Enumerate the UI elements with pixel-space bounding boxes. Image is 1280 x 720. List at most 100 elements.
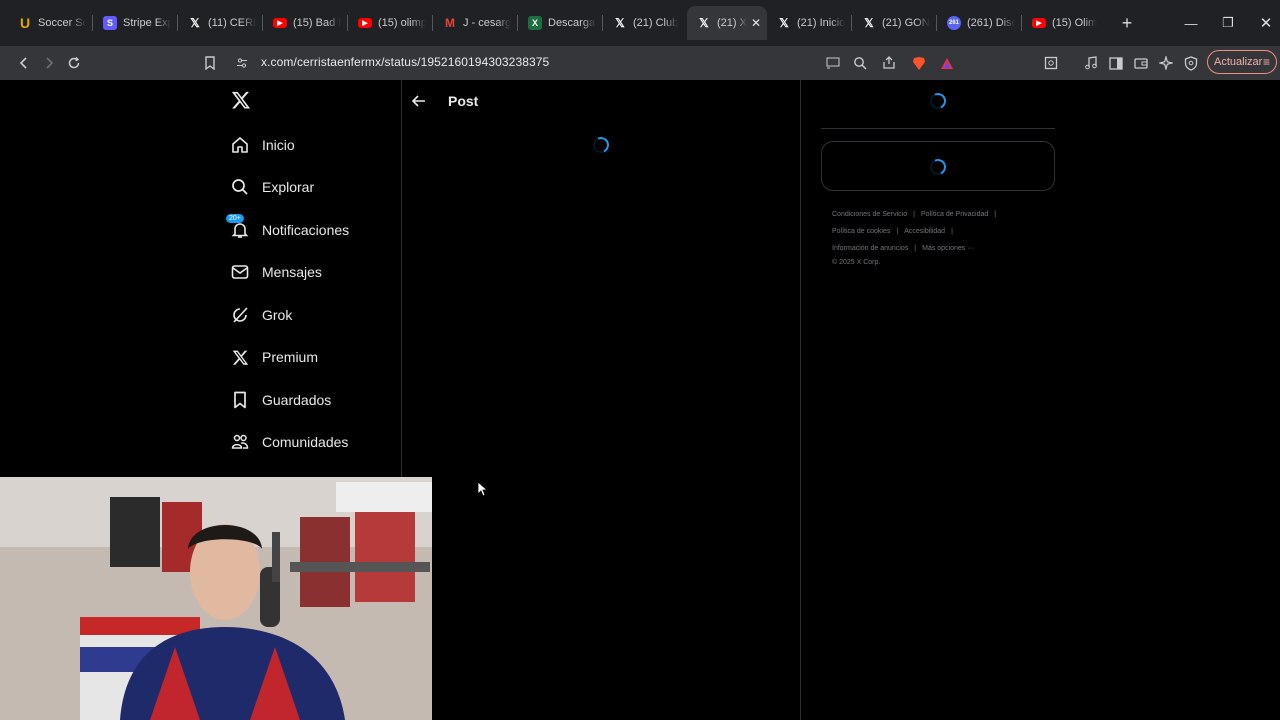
x-icon: 𝕏	[615, 16, 625, 30]
nav-item-mensajes[interactable]: Mensajes	[230, 258, 322, 286]
new-tab-button[interactable]: +	[1112, 8, 1142, 38]
menu-icon: ≡	[1262, 55, 1270, 69]
footer-link[interactable]: Más opciones ···	[922, 245, 974, 252]
bell-icon: 20+	[226, 214, 250, 240]
bookmark-page-icon[interactable]	[197, 50, 223, 76]
tab-title: (15) Olim	[1052, 17, 1098, 29]
tab-title: (21) X	[717, 17, 747, 29]
vpn-icon[interactable]	[1178, 50, 1204, 76]
notification-badge: 20+	[226, 214, 244, 223]
wallet-icon[interactable]	[1128, 50, 1154, 76]
minimize-icon[interactable]: —	[1172, 0, 1210, 46]
site-settings-icon[interactable]	[229, 50, 255, 76]
browser-tab[interactable]: M J - cesarg	[433, 6, 517, 40]
mail-icon	[230, 262, 250, 282]
cast-icon[interactable]	[820, 50, 846, 76]
address-bar[interactable]: x.com/cerristaenfermx/status/19521601943…	[261, 55, 549, 69]
copyright: © 2025 X Corp.	[832, 259, 881, 266]
share-icon[interactable]	[876, 50, 902, 76]
browser-toolbar: x.com/cerristaenfermx/status/19521601943…	[0, 46, 1280, 80]
browser-tab[interactable]: 𝕏 (11) CERR	[178, 6, 262, 40]
loading-spinner	[927, 156, 949, 178]
x-logo-icon[interactable]	[231, 90, 253, 112]
nav-item-premium[interactable]: Premium	[230, 343, 318, 371]
browser-tab[interactable]: X Descargar	[518, 6, 602, 40]
x-icon: 𝕏	[699, 16, 709, 30]
tab-title: Descargar	[548, 17, 596, 29]
nav-label: Grok	[262, 307, 293, 323]
close-tab-icon[interactable]: ✕	[751, 16, 761, 30]
browser-tab[interactable]: ▶ (15) Bad B	[263, 6, 347, 40]
screenshot-icon[interactable]	[1038, 50, 1064, 76]
x-icon: 𝕏	[779, 16, 789, 30]
nav-item-explorar[interactable]: Explorar	[230, 173, 314, 201]
zoom-icon[interactable]	[847, 50, 873, 76]
x-icon	[230, 347, 250, 367]
tab-title: (21) Club	[633, 17, 679, 29]
grok-icon	[230, 305, 250, 325]
nav-label: Mensajes	[262, 264, 322, 280]
back-icon[interactable]	[11, 50, 37, 76]
restore-icon[interactable]: ❐	[1209, 0, 1247, 46]
nav-label: Comunidades	[262, 434, 349, 450]
browser-tab[interactable]: 261 (261) Disc	[937, 6, 1021, 40]
footer-link[interactable]: Política de cookies	[832, 228, 890, 235]
youtube-icon: ▶	[273, 18, 287, 28]
tab-title: (11) CERR	[208, 17, 256, 29]
back-arrow-icon[interactable]	[410, 92, 428, 110]
nav-item-notificaciones[interactable]: 20+ Notificaciones	[226, 214, 350, 244]
browser-tab-active[interactable]: 𝕏 (21) X ✕	[687, 6, 767, 40]
browser-tab[interactable]: 𝕏 (21) GON	[852, 6, 936, 40]
footer-link[interactable]: Accesibilidad	[904, 228, 945, 235]
excel-icon: X	[528, 16, 542, 30]
tab-strip: U Soccer Sc S Stripe Exp 𝕏 (11) CERR ▶ (…	[0, 0, 1280, 46]
update-button[interactable]: Actualizar ≡	[1207, 50, 1277, 74]
youtube-icon: ▶	[358, 18, 372, 28]
nav-item-comunidades[interactable]: Comunidades	[230, 428, 348, 456]
home-icon	[230, 135, 250, 155]
footer-link[interactable]: Condiciones de Servicio	[832, 211, 907, 218]
footer-links: Condiciones de Servicio | Política de Priv…	[832, 211, 997, 266]
tab-title: (261) Disc	[967, 17, 1015, 29]
footer-link[interactable]: Política de Privacidad	[921, 211, 988, 218]
leo-ai-icon[interactable]	[1153, 50, 1179, 76]
s-icon: S	[103, 16, 117, 30]
browser-tab[interactable]: U Soccer Sc	[8, 6, 92, 40]
bookmark-icon	[230, 390, 250, 410]
loading-spinner	[590, 134, 612, 156]
loading-spinner	[927, 90, 949, 112]
nav-item-guardados[interactable]: Guardados	[230, 386, 331, 414]
update-label: Actualizar	[1214, 56, 1263, 68]
webcam-image	[0, 477, 432, 720]
tab-title: Stripe Exp	[123, 17, 171, 29]
close-window-icon[interactable]: ✕	[1247, 0, 1280, 46]
browser-tab[interactable]: 𝕏 (21) Inicio	[767, 6, 851, 40]
browser-tab[interactable]: ▶ (15) Olim	[1022, 6, 1106, 40]
nav-label: Inicio	[262, 137, 295, 153]
nav-label: Notificaciones	[262, 222, 350, 238]
browser-tab[interactable]: 𝕏 (21) Club	[603, 6, 687, 40]
browser-tab[interactable]: ▶ (15) olimp	[348, 6, 432, 40]
sidebar-icon[interactable]	[1103, 50, 1129, 76]
mouse-cursor-icon	[477, 481, 487, 497]
post-header: Post	[410, 88, 478, 114]
browser-tab[interactable]: S Stripe Exp	[93, 6, 177, 40]
youtube-icon: ▶	[1032, 18, 1046, 28]
tab-title: (21) Inicio	[797, 17, 845, 29]
column-divider	[800, 80, 801, 720]
forward-icon[interactable]	[36, 50, 62, 76]
footer-link[interactable]: Información de anuncios	[832, 245, 908, 252]
gmail-icon: M	[445, 16, 455, 30]
nav-item-grok[interactable]: Grok	[230, 301, 292, 329]
tab-title: (15) olimp	[378, 17, 426, 29]
nav-item-inicio[interactable]: Inicio	[230, 131, 295, 159]
reload-icon[interactable]	[61, 50, 87, 76]
tab-title: Soccer Sc	[38, 17, 86, 29]
brave-rewards-icon[interactable]	[934, 50, 960, 76]
x-icon: 𝕏	[190, 16, 200, 30]
tab-title: (15) Bad B	[293, 17, 341, 29]
brave-shield-icon[interactable]	[906, 50, 932, 76]
media-icon[interactable]	[1078, 50, 1104, 76]
webcam-overlay	[0, 477, 432, 720]
page-title: Post	[448, 93, 479, 109]
